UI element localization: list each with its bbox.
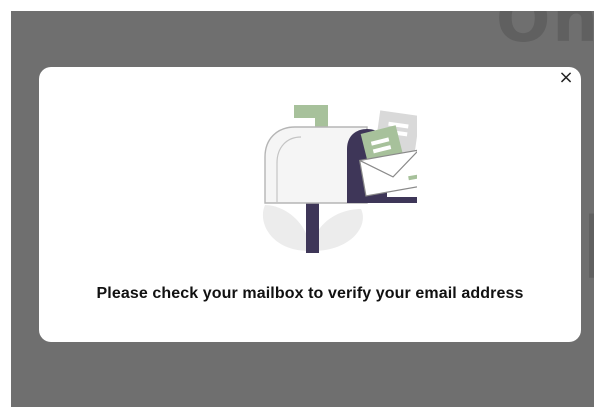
mailbox-post	[306, 197, 319, 253]
verification-message: Please check your mailbox to verify your…	[96, 285, 524, 302]
mailbox-illustration	[262, 105, 417, 253]
verification-modal: × Please check your mailbox to verify yo…	[39, 67, 581, 342]
background-heading-fragment: Oh	[496, 11, 594, 57]
close-icon[interactable]: ×	[555, 67, 577, 89]
leaf-right	[312, 209, 363, 251]
leaf-left	[262, 205, 310, 251]
background-text-fragment: F	[581, 196, 594, 299]
mailbox-base	[347, 197, 417, 203]
